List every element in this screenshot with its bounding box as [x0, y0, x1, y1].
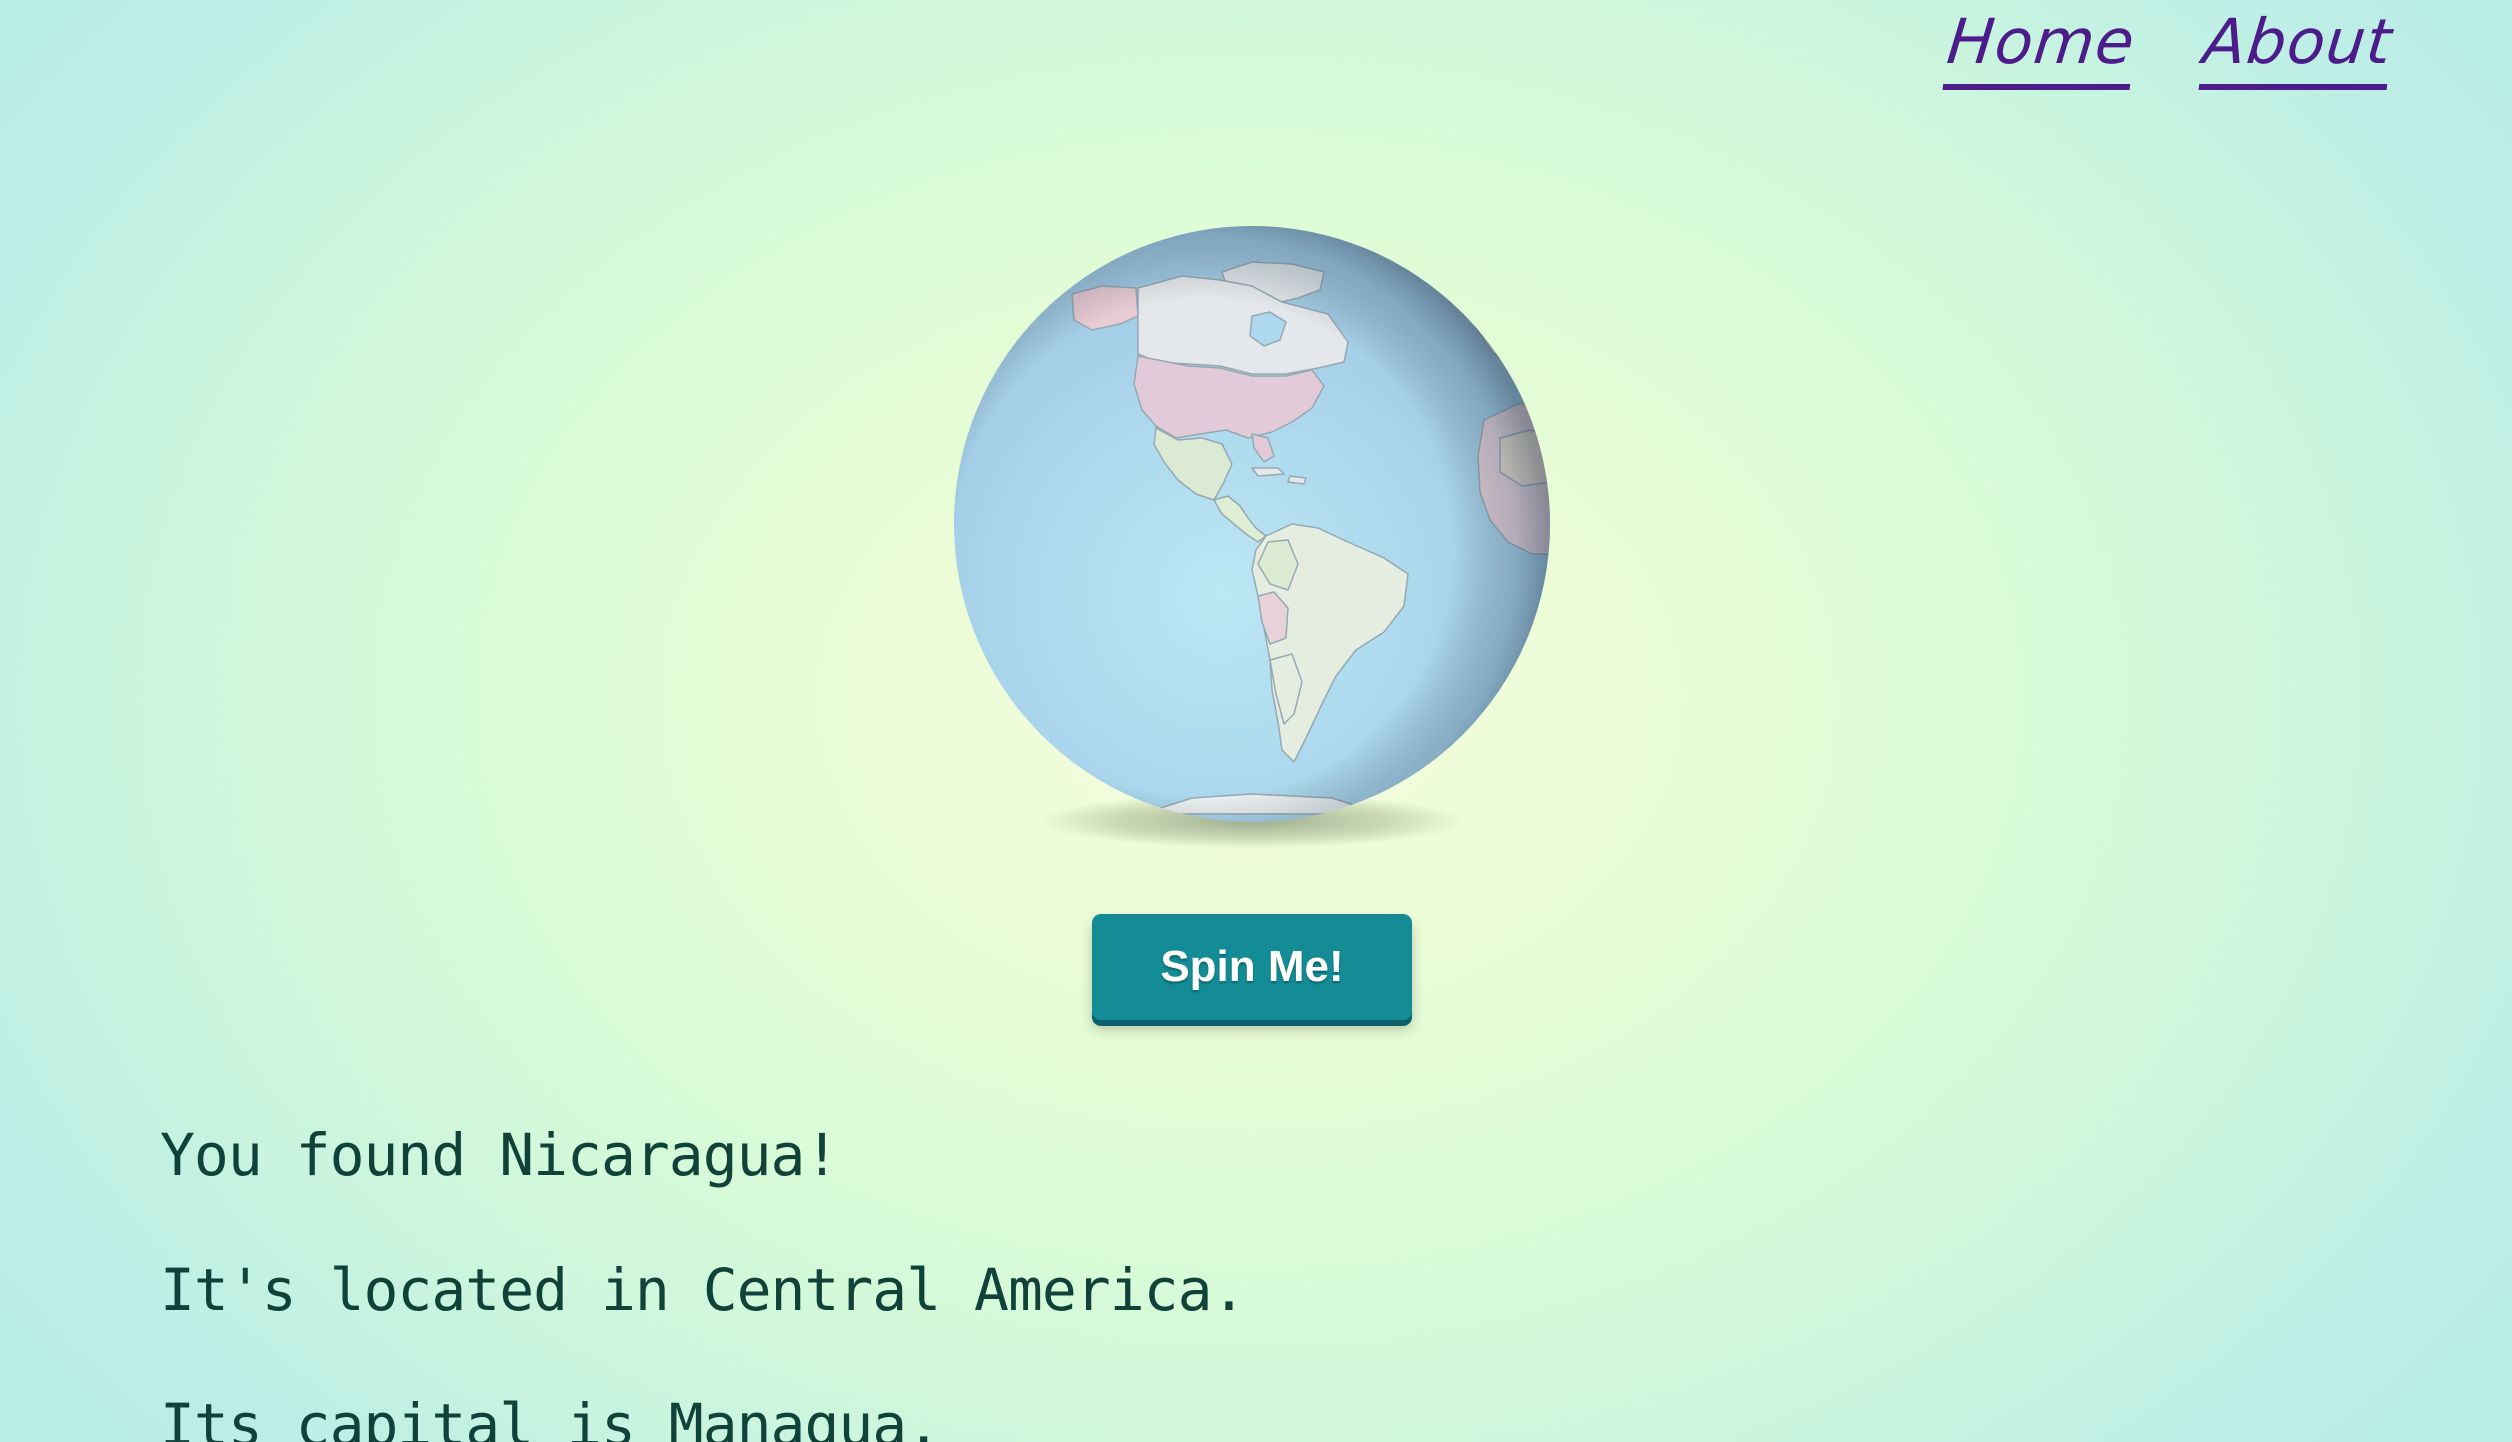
globe-container [952, 224, 1552, 864]
globe-icon[interactable] [952, 224, 1552, 824]
nav-home-link[interactable]: Home [1942, 5, 2139, 90]
nav-about-link[interactable]: About [2198, 5, 2396, 90]
spin-me-button[interactable]: Spin Me! [1092, 914, 1412, 1020]
top-nav: Home About [0, 0, 2512, 100]
country-capital-text: Its capital is Managua. [160, 1391, 941, 1442]
found-country-text: You found Nicaragua! [160, 1121, 839, 1189]
country-region-text: It's located in Central America. [160, 1256, 1246, 1324]
